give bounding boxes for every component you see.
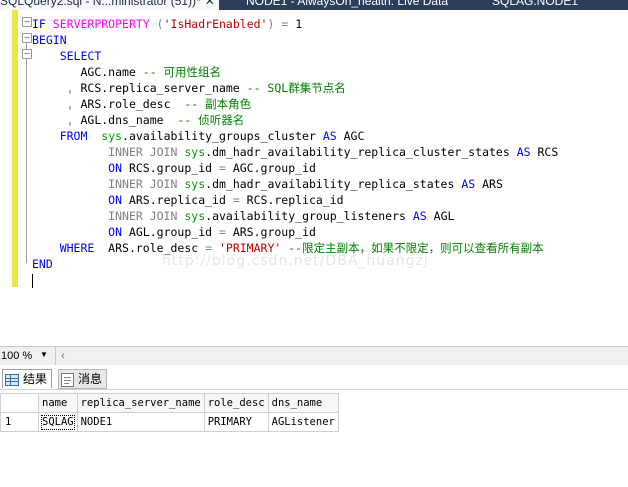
grid-cell[interactable]: PRIMARY — [203, 412, 269, 432]
grid-corner[interactable] — [0, 393, 39, 413]
tab-label: SQLAG.NODE1 — [492, 0, 579, 8]
column-header[interactable]: name — [38, 393, 78, 413]
collapse-icon[interactable]: − — [22, 17, 32, 27]
grid-icon — [5, 373, 19, 386]
watermark: http://blog.csdn.net/DBA_huangzj — [162, 253, 429, 269]
column-header[interactable]: role_desc — [203, 393, 269, 413]
tab-label: SQLQuery2.sql - N...ministrator (51))* — [0, 0, 201, 8]
row-number[interactable]: 1 — [0, 412, 39, 432]
editor-status-bar: 100 % ▼ ‹ — [0, 346, 628, 366]
results-grid: name replica_server_name role_desc dns_n… — [0, 393, 339, 432]
column-header[interactable]: replica_server_name — [76, 393, 205, 413]
collapse-icon[interactable]: − — [22, 33, 32, 43]
tab-label: NODE1 - AlwaysOn_health: Live Data — [246, 0, 449, 8]
tab-sqlquery2[interactable]: SQLQuery2.sql - N...ministrator (51))* ✕ — [0, 0, 219, 10]
column-header[interactable]: dns_name — [267, 393, 339, 413]
grid-header-row: name replica_server_name role_desc dns_n… — [0, 393, 339, 413]
query-editor[interactable]: − − − IF SERVERPROPERTY ('IsHadrEnabled'… — [0, 10, 628, 346]
grid-cell[interactable]: NODE1 — [76, 412, 205, 432]
grid-cell[interactable]: SQLAG — [38, 412, 78, 432]
results-tab-bar: 结果 消息 — [0, 365, 628, 389]
chevron-down-icon[interactable]: ▼ — [40, 350, 48, 359]
outline-fold-line — [26, 33, 27, 263]
grid-cell[interactable]: AGListener — [267, 412, 339, 432]
zoom-dropdown[interactable]: 100 % — [0, 347, 32, 365]
document-tab-bar: SQLQuery2.sql - N...ministrator (51))* ✕ … — [0, 0, 628, 10]
tab-messages[interactable]: 消息 — [58, 369, 108, 389]
message-icon — [61, 372, 74, 387]
collapse-icon[interactable]: − — [22, 49, 32, 59]
zoom-value: 100 % — [1, 350, 33, 362]
tab-alwayson-health[interactable]: NODE1 - AlwaysOn_health: Live Data — [246, 0, 448, 10]
close-icon[interactable]: ✕ — [205, 0, 215, 8]
results-grid-area: name replica_server_name role_desc dns_n… — [0, 389, 628, 487]
scroll-left-button[interactable]: ‹ — [55, 347, 70, 365]
code-text[interactable]: IF SERVERPROPERTY ('IsHadrEnabled') = 1 … — [32, 16, 558, 288]
tab-sqlag-node1[interactable]: SQLAG.NODE1 — [492, 0, 578, 10]
change-tracking-margin — [12, 10, 18, 287]
tab-label: 消息 — [78, 372, 103, 386]
table-row: 1 SQLAG NODE1 PRIMARY AGListener — [0, 412, 339, 432]
text-cursor — [32, 273, 33, 288]
tab-label: 结果 — [23, 372, 48, 386]
tab-results[interactable]: 结果 — [2, 369, 53, 388]
